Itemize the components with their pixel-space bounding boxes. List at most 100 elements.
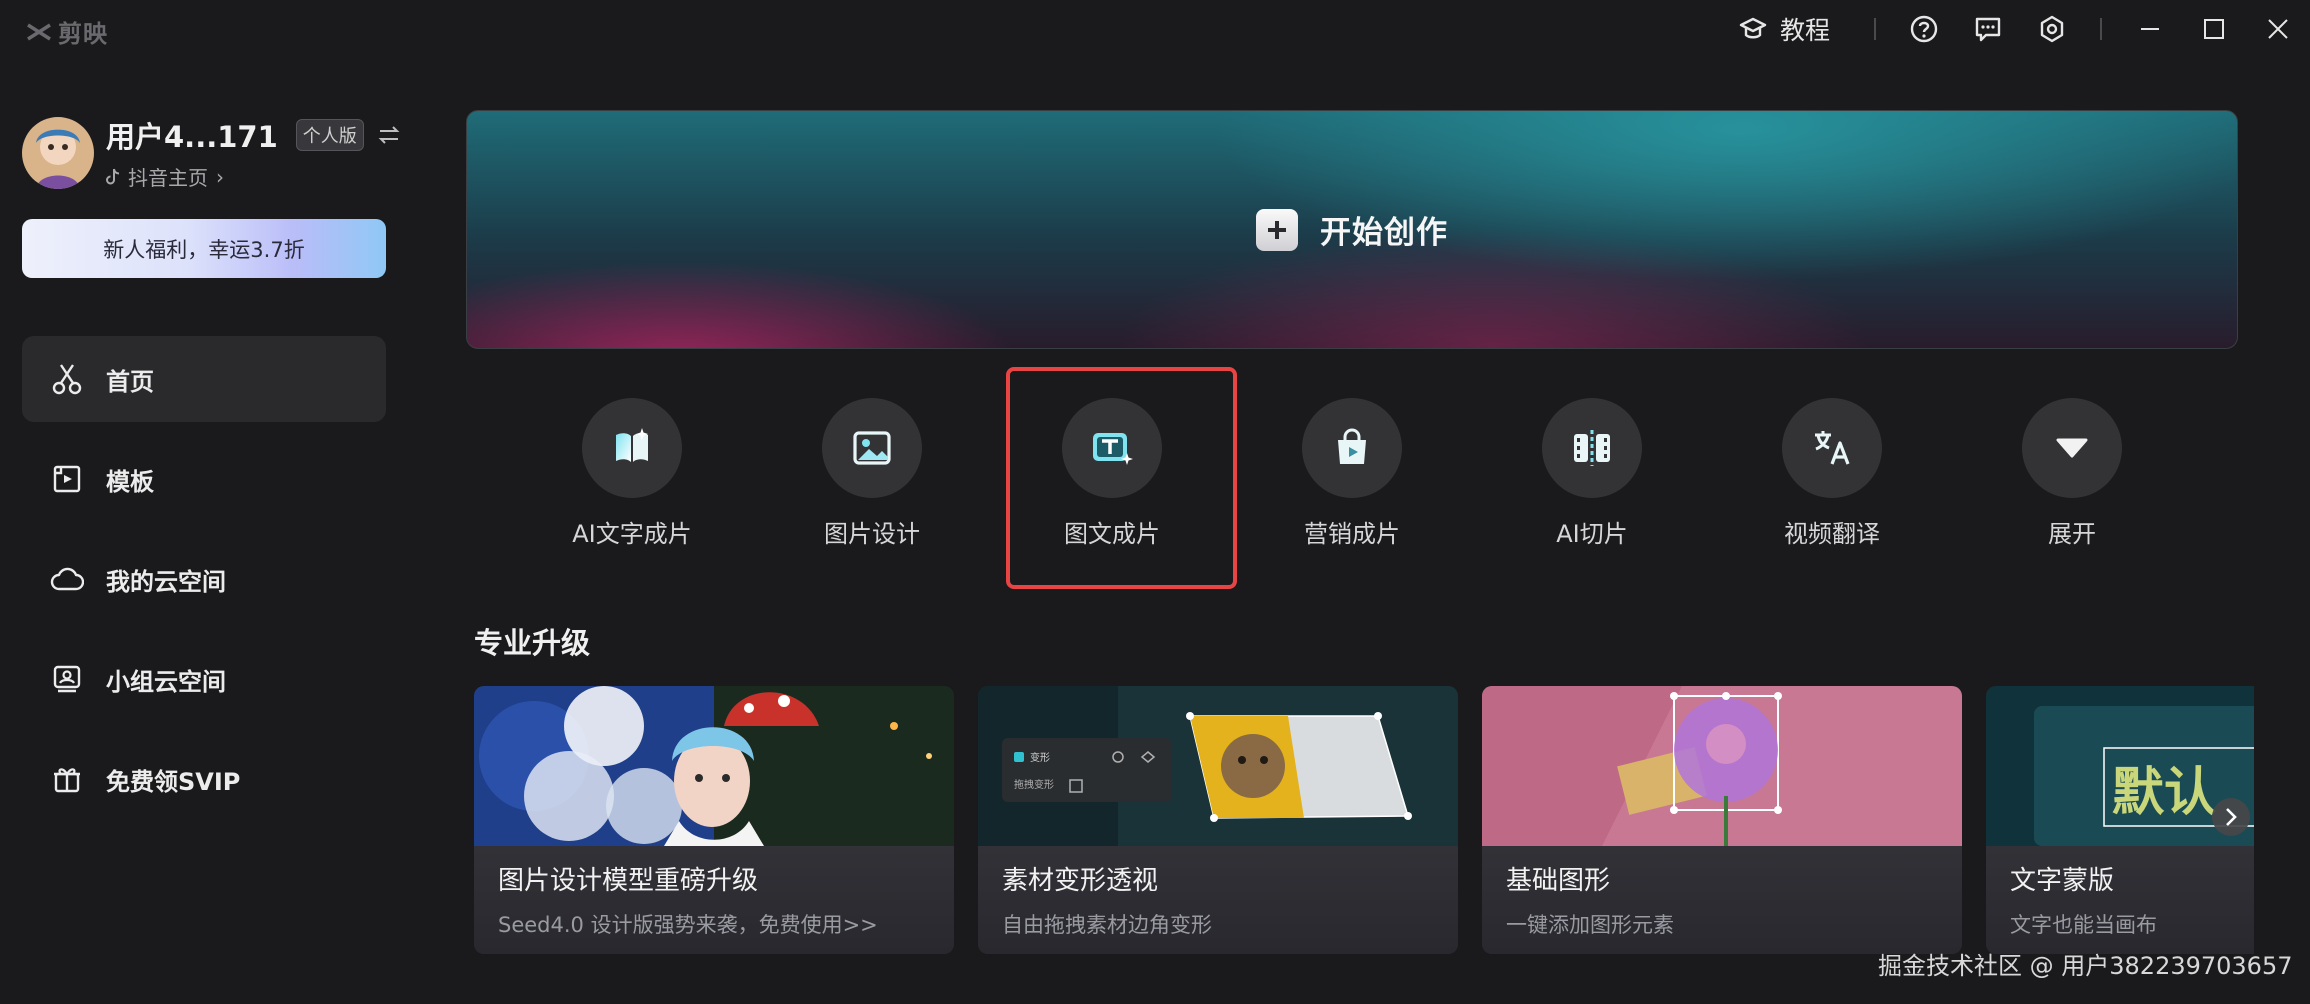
douyin-home-link[interactable]: 抖音主页 › — [106, 162, 400, 191]
sidebar-item-label: 我的云空间 — [106, 567, 226, 596]
tool-ai-clip[interactable]: AI切片 — [1472, 398, 1712, 549]
tool-marketing-video[interactable]: 营销成片 — [1232, 398, 1472, 549]
sidebar-item-group-cloud[interactable]: 小组云空间 — [22, 636, 386, 722]
chevron-right-icon: › — [216, 164, 224, 189]
sidebar-item-label: 首页 — [106, 367, 154, 396]
sidebar-nav: 首页 模板 我的云空间 小组云空间 免费领SVIP — [22, 336, 386, 836]
card-subtitle: 一键添加图形元素 — [1506, 913, 1674, 937]
settings-button[interactable] — [2020, 0, 2084, 58]
tool-ai-text-video[interactable]: AI文字成片 — [512, 398, 752, 549]
tool-expand[interactable]: 展开 — [1952, 398, 2192, 549]
chevron-right-icon — [2226, 808, 2237, 826]
sidebar-item-label: 小组云空间 — [106, 667, 226, 696]
sidebar-item-free-svip[interactable]: 免费领SVIP — [22, 736, 386, 822]
capcut-logo-icon — [27, 23, 51, 40]
tool-image-design[interactable]: 图片设计 — [752, 398, 992, 549]
graduation-cap-icon — [1739, 17, 1767, 39]
card-title: 文字蒙版 — [2010, 866, 2115, 896]
profile-info: 用户4...171 个人版 抖音主页 › — [106, 114, 400, 191]
carousel-next-button[interactable] — [2212, 798, 2250, 836]
tool-label: 展开 — [2048, 520, 2096, 548]
sidebar-item-label: 模板 — [106, 467, 154, 496]
close-icon — [2268, 19, 2288, 39]
minimize-icon — [2141, 28, 2159, 30]
expand-icon — [2022, 398, 2122, 498]
sidebar-item-label: 免费领SVIP — [106, 767, 241, 796]
group-cloud-icon — [50, 662, 84, 696]
sidebar-item-home[interactable]: 首页 — [22, 336, 386, 422]
switch-account-button[interactable] — [378, 125, 400, 145]
title-bar-controls: 教程 — [1738, 0, 2310, 58]
watermark: 掘金技术社区 @ 用户382239703657 — [1878, 952, 2293, 980]
sidebar-item-my-cloud[interactable]: 我的云空间 — [22, 536, 386, 622]
template-icon — [50, 462, 84, 496]
tool-label: AI切片 — [1556, 520, 1628, 548]
tiktok-icon — [106, 168, 120, 184]
tutorial-button[interactable]: 教程 — [1738, 11, 1830, 47]
card-caption: 素材变形透视 自由拖拽素材边角变形 — [978, 846, 1458, 954]
section-title: 专业升级 — [474, 626, 591, 660]
card-image — [474, 686, 954, 846]
minimize-button[interactable] — [2118, 0, 2182, 58]
panel-label-drag-transform: 拖拽变形 — [1014, 778, 1054, 791]
help-icon — [1910, 15, 1938, 43]
username[interactable]: 用户4...171 — [106, 114, 278, 156]
close-button[interactable] — [2246, 0, 2310, 58]
image-design-icon — [822, 398, 922, 498]
card-caption: 基础图形 一键添加图形元素 — [1482, 846, 1962, 954]
feature-card[interactable]: 基础图形 一键添加图形元素 — [1482, 686, 1962, 954]
card-caption: 图片设计模型重磅升级 Seed4.0 设计版强势来袭，免费使用>> — [474, 846, 954, 954]
highlight-annotation — [1006, 367, 1237, 589]
start-creation-button[interactable]: 开始创作 — [466, 110, 2238, 349]
avatar-image — [22, 116, 94, 189]
settings-hex-icon — [2040, 15, 2064, 43]
tool-label: AI文字成片 — [572, 520, 692, 548]
avatar[interactable] — [22, 116, 94, 189]
card-image — [1482, 686, 1962, 846]
maximize-icon — [2204, 19, 2224, 39]
quick-tools: AI文字成片 图片设计 图文成片 营销成片 AI切片 视频翻译 展开 — [512, 398, 2192, 549]
app-logo: 剪映 — [26, 14, 108, 49]
maximize-button[interactable] — [2182, 0, 2246, 58]
scissors-icon — [50, 362, 84, 396]
titlebar-divider — [1874, 18, 1876, 40]
feature-card[interactable]: 变形 拖拽变形 素材变形透视 自由拖拽素材边角变形 — [978, 686, 1458, 954]
app-logo-text: 剪映 — [58, 20, 108, 48]
ai-clip-icon — [1542, 398, 1642, 498]
card-subtitle: 自由拖拽素材边角变形 — [1002, 913, 1212, 937]
tutorial-label: 教程 — [1779, 16, 1830, 45]
feature-carousel: 图片设计模型重磅升级 Seed4.0 设计版强势来袭，免费使用>> 变形 拖拽变… — [474, 686, 2254, 954]
help-button[interactable] — [1892, 0, 1956, 58]
tool-label: 视频翻译 — [1784, 520, 1880, 548]
message-icon — [1975, 17, 2001, 42]
card-title: 基础图形 — [1506, 866, 1611, 896]
card-image: 变形 拖拽变形 — [978, 686, 1458, 846]
start-creation-label: 开始创作 — [1320, 215, 1448, 251]
card-subtitle: Seed4.0 设计版强势来袭，免费使用>> — [498, 913, 878, 937]
swap-icon — [378, 126, 400, 144]
douyin-home-label: 抖音主页 — [128, 166, 208, 190]
card-title: 素材变形透视 — [1002, 866, 1159, 896]
marketing-video-icon — [1302, 398, 1402, 498]
gift-icon — [50, 762, 84, 796]
card-title: 图片设计模型重磅升级 — [498, 866, 759, 896]
tool-video-translate[interactable]: 视频翻译 — [1712, 398, 1952, 549]
video-translate-icon — [1782, 398, 1882, 498]
card-subtitle: 文字也能当画布 — [2010, 913, 2157, 937]
edition-badge: 个人版 — [295, 119, 364, 151]
plus-icon — [1256, 208, 1298, 251]
tool-label: 营销成片 — [1304, 520, 1400, 548]
promo-text: 新人福利，幸运3.7折 — [103, 237, 305, 262]
panel-label-transform: 变形 — [1030, 751, 1050, 764]
promo-banner[interactable]: 新人福利，幸运3.7折 — [22, 219, 386, 278]
cloud-icon — [50, 562, 84, 596]
mask-preview-text: 默认 — [2112, 763, 2216, 823]
sidebar-item-templates[interactable]: 模板 — [22, 436, 386, 522]
feedback-button[interactable] — [1956, 0, 2020, 58]
card-caption: 文字蒙版 文字也能当画布 — [1986, 846, 2254, 954]
tool-label: 图片设计 — [824, 520, 920, 548]
feature-card[interactable]: 图片设计模型重磅升级 Seed4.0 设计版强势来袭，免费使用>> — [474, 686, 954, 954]
titlebar-divider — [2100, 18, 2102, 40]
ai-text-video-icon — [582, 398, 682, 498]
user-profile: 用户4...171 个人版 抖音主页 › — [22, 114, 400, 191]
